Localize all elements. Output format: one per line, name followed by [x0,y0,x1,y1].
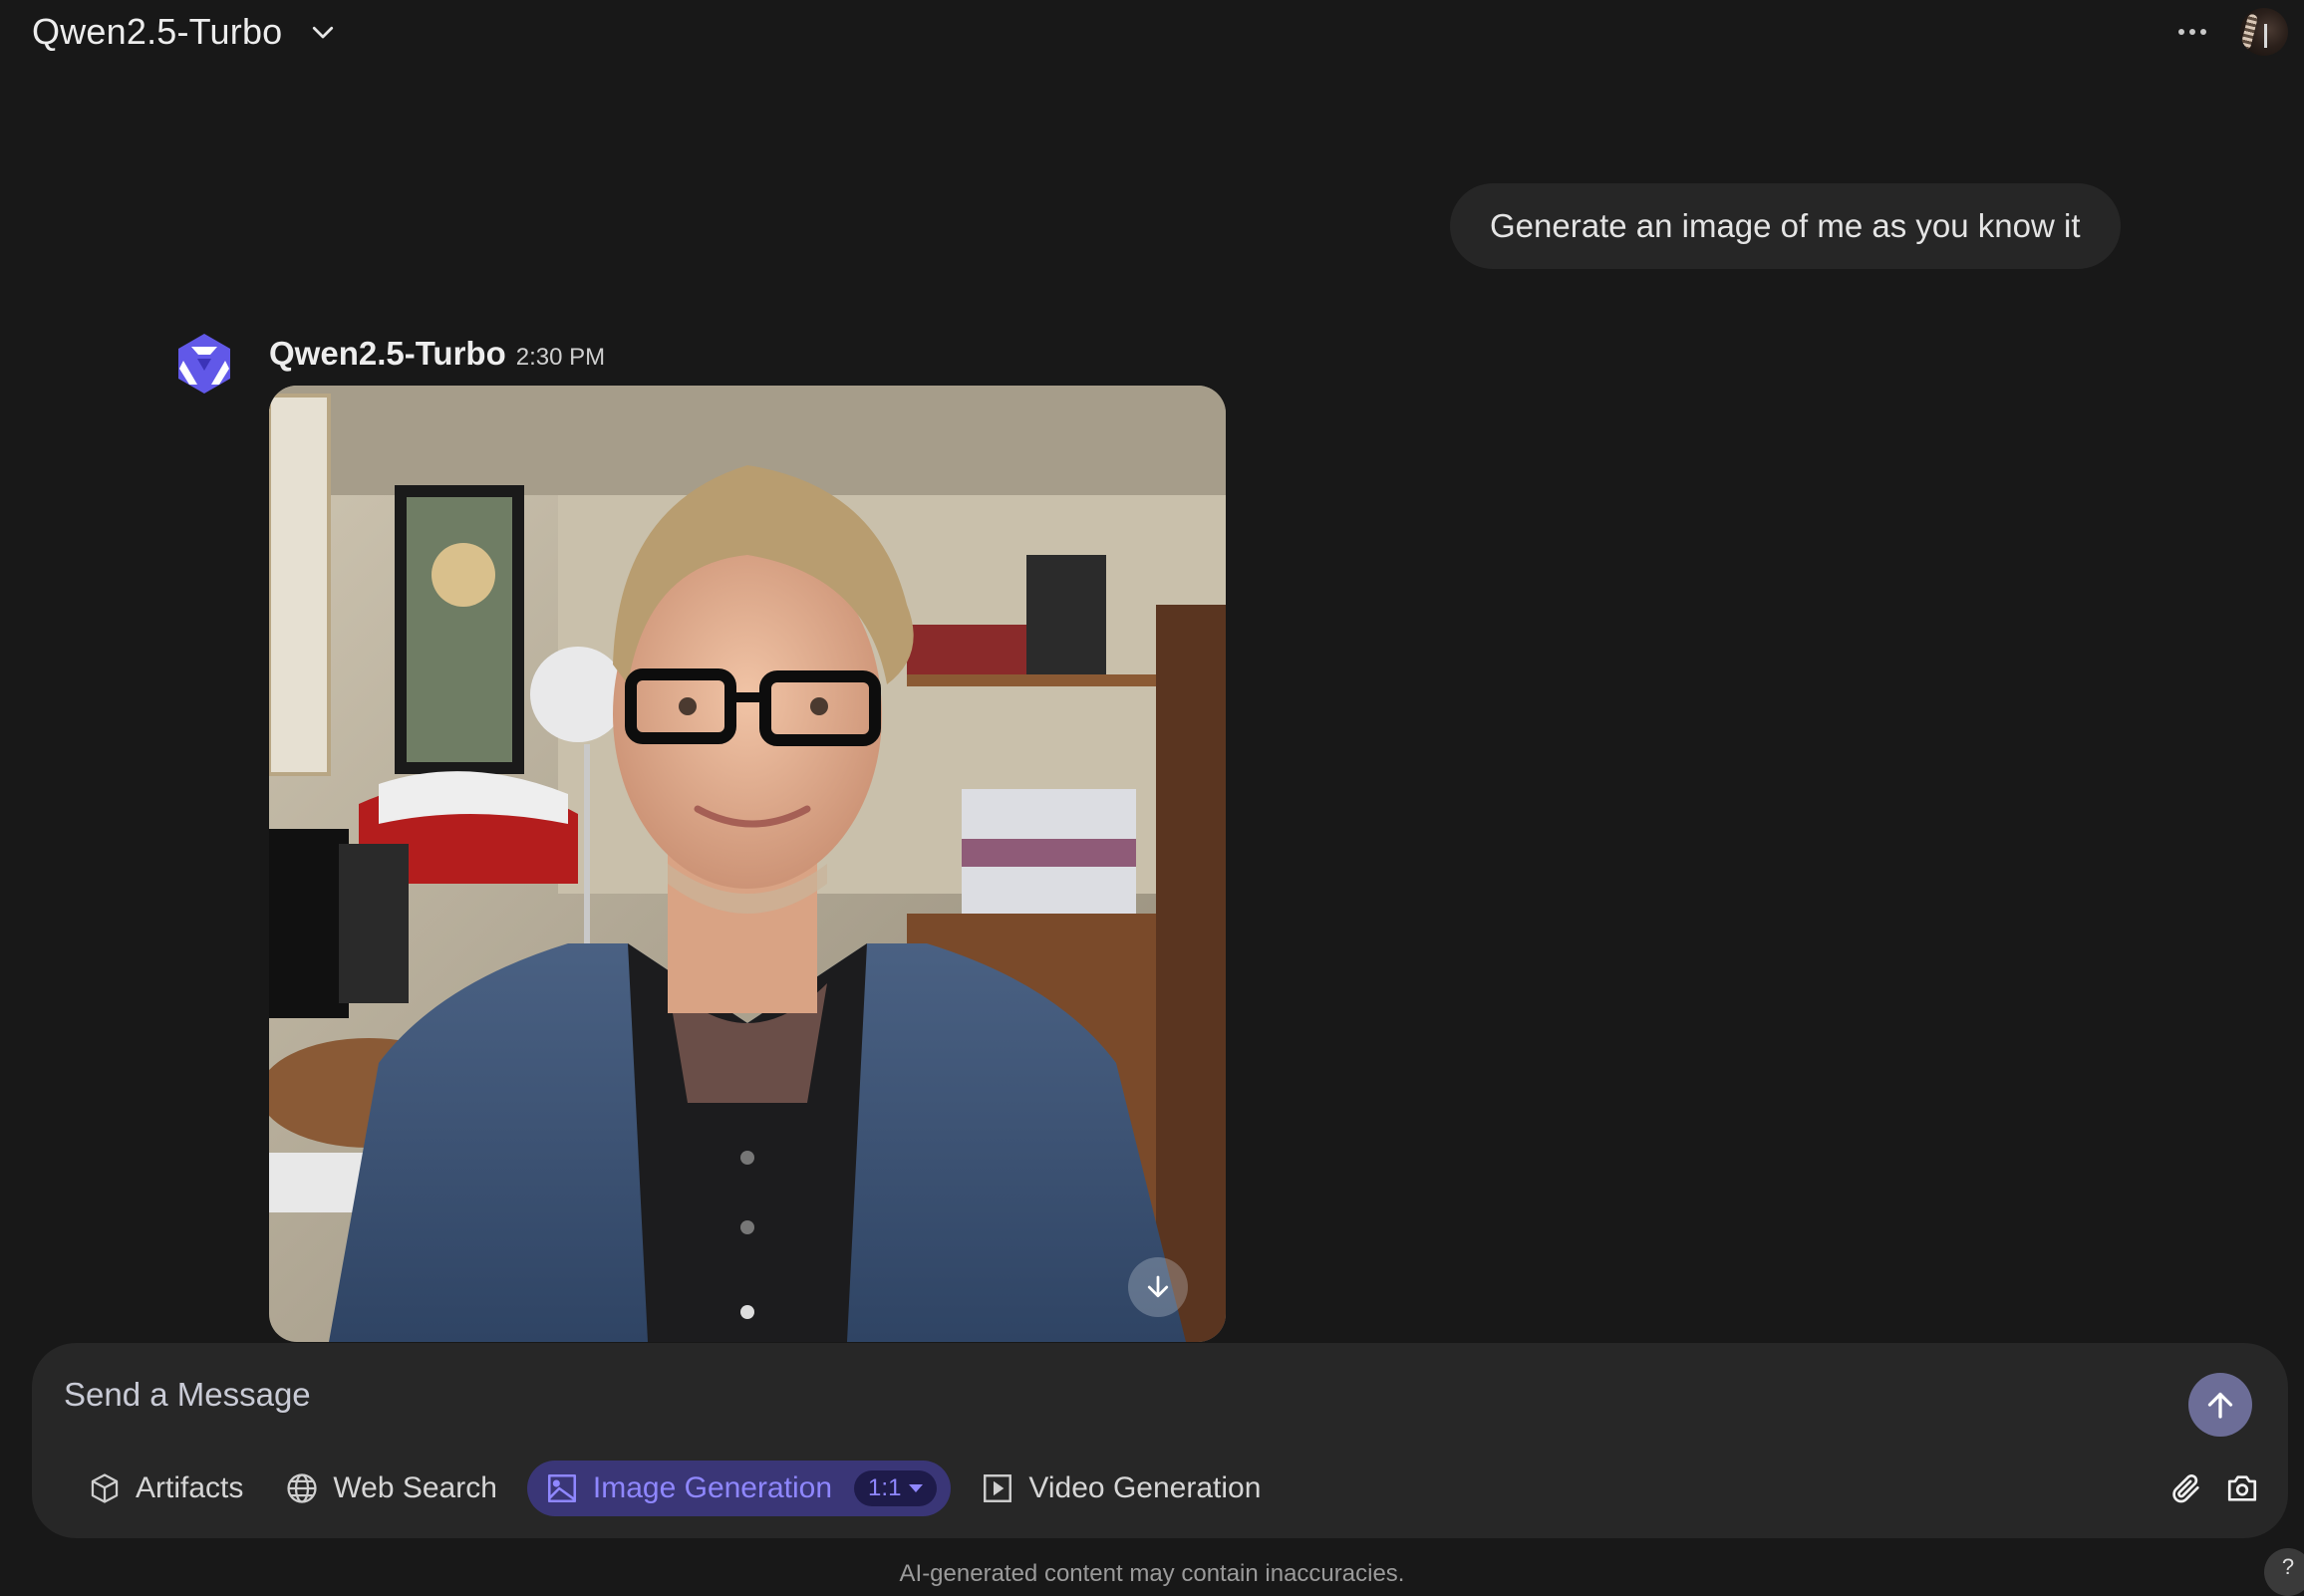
assistant-name: Qwen2.5-Turbo [269,335,506,372]
chevron-down-icon [313,26,334,39]
top-bar: Qwen2.5-Turbo [0,0,2304,64]
video-generation-label: Video Generation [1028,1471,1262,1504]
download-image-button[interactable] [1128,1257,1188,1317]
model-selector[interactable]: Qwen2.5-Turbo [32,8,338,56]
download-arrow-icon [1147,1275,1169,1298]
assistant-header: Qwen2.5-Turbo 2:30 PM [269,335,605,385]
artifacts-toggle[interactable]: Artifacts [76,1461,255,1516]
attach-file-button[interactable] [2164,1466,2208,1510]
user-avatar[interactable] [2240,8,2288,56]
message-input[interactable] [62,1369,2159,1421]
web-search-label: Web Search [333,1471,497,1504]
image-icon [547,1473,576,1503]
artifacts-label: Artifacts [136,1471,244,1504]
arrow-up-icon [2207,1392,2233,1419]
web-search-toggle[interactable]: Web Search [273,1461,509,1516]
video-generation-toggle[interactable]: Video Generation [969,1461,1273,1516]
image-generation-label: Image Generation [592,1471,833,1504]
composer-tools: Artifacts Web Search Image Generation 1:… [76,1461,1273,1516]
camera-button[interactable] [2220,1466,2264,1510]
send-button[interactable] [2188,1373,2252,1437]
generated-image[interactable] [269,386,1226,1342]
more-options-button[interactable] [2172,14,2212,50]
aspect-ratio-value: 1:1 [868,1474,902,1501]
more-horizontal-icon [2178,29,2184,35]
qwen-logo-icon [178,334,230,394]
ai-disclaimer: AI-generated content may contain inaccur… [899,1560,1405,1587]
image-generation-toggle[interactable]: Image Generation 1:1 [526,1461,952,1516]
camera-icon [2227,1475,2257,1501]
globe-icon [287,1473,317,1503]
message-composer: Artifacts Web Search Image Generation 1:… [32,1343,2288,1538]
user-message-text: Generate an image of me as you know it [1490,207,2081,244]
help-button[interactable]: ? [2264,1548,2304,1596]
generated-image-illustration [269,386,1226,1342]
paperclip-icon [2172,1473,2199,1503]
message-timestamp: 2:30 PM [515,344,606,371]
caret-down-icon [909,1484,924,1492]
cube-icon [91,1473,119,1503]
model-name: Qwen2.5-Turbo [32,11,283,52]
aspect-ratio-dropdown[interactable]: 1:1 [854,1470,938,1506]
user-message-bubble: Generate an image of me as you know it [1450,183,2121,269]
play-square-icon [984,1474,1012,1502]
